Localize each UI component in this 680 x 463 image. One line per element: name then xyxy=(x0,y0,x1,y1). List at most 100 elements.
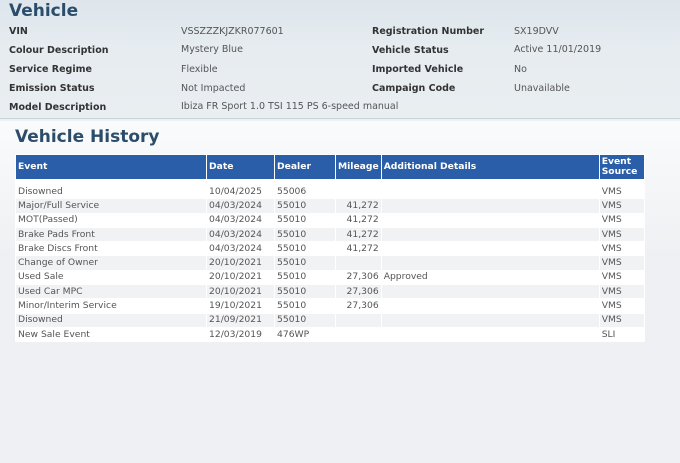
cell-event: Change of Owner xyxy=(16,256,206,270)
cell-event-source: VMS xyxy=(599,313,644,327)
cell-event: Brake Discs Front xyxy=(16,242,206,256)
cell-event: Used Car MPC xyxy=(16,285,206,299)
table-row[interactable]: Disowned 21/09/2021 55010 VMS xyxy=(16,313,644,327)
cell-event: Minor/Interim Service xyxy=(16,299,206,313)
emission-label: Emission Status xyxy=(9,83,95,94)
emission-value: Not Impacted xyxy=(181,83,246,94)
cell-mileage xyxy=(336,313,381,327)
cell-mileage xyxy=(336,256,381,270)
cell-additional-details xyxy=(381,199,599,213)
cell-date: 12/03/2019 xyxy=(207,327,274,342)
vehicle-section-title: Vehicle xyxy=(9,1,79,21)
vehicle-panel: Vehicle VIN VSSZZZKJZKR077601 Colour Des… xyxy=(0,0,680,119)
cell-mileage: 27,306 xyxy=(336,270,381,285)
service-regime-value: Flexible xyxy=(181,64,218,75)
cell-mileage xyxy=(336,185,381,199)
cell-event-source: VMS xyxy=(599,285,644,299)
cell-event: New Sale Event xyxy=(16,327,206,342)
cell-dealer: 55010 xyxy=(275,285,335,299)
cell-event-source: SLI xyxy=(599,327,644,342)
vin-label: VIN xyxy=(9,26,28,37)
vehicle-status-label: Vehicle Status xyxy=(372,45,449,56)
cell-mileage: 41,272 xyxy=(336,213,381,227)
cell-event: Brake Pads Front xyxy=(16,227,206,242)
cell-event: Major/Full Service xyxy=(16,199,206,213)
column-header-mileage[interactable]: Mileage xyxy=(336,155,381,179)
cell-additional-details xyxy=(381,285,599,299)
cell-dealer: 55010 xyxy=(275,199,335,213)
cell-event-source: VMS xyxy=(599,299,644,313)
cell-additional-details xyxy=(381,242,599,256)
cell-mileage xyxy=(336,327,381,342)
table-row[interactable]: Major/Full Service 04/03/2024 55010 41,272 V… xyxy=(16,199,644,213)
table-row[interactable]: Minor/Interim Service 19/10/2021 55010 27,3… xyxy=(16,299,644,313)
cell-date: 19/10/2021 xyxy=(207,299,274,313)
vehicle-history-panel: Vehicle History Event Date Dealer Mileag… xyxy=(0,121,680,463)
vin-value: VSSZZZKJZKR077601 xyxy=(181,26,284,37)
cell-event-source: VMS xyxy=(599,227,644,242)
table-row[interactable]: Used Car MPC 20/10/2021 55010 27,306 VMS xyxy=(16,285,644,299)
cell-additional-details xyxy=(381,227,599,242)
cell-event-source: VMS xyxy=(599,185,644,199)
cell-dealer: 55010 xyxy=(275,213,335,227)
vehicle-status-value: Active 11/01/2019 xyxy=(514,44,602,55)
cell-event: Disowned xyxy=(16,185,206,199)
cell-date: 04/03/2024 xyxy=(207,199,274,213)
vehicle-history-table: Event Date Dealer Mileage Additional Det… xyxy=(15,154,645,343)
cell-event-source: VMS xyxy=(599,213,644,227)
cell-event: MOT(Passed) xyxy=(16,213,206,227)
table-row[interactable]: New Sale Event 12/03/2019 476WP SLI xyxy=(16,327,644,342)
table-row[interactable]: MOT(Passed) 04/03/2024 55010 41,272 VMS xyxy=(16,213,644,227)
cell-additional-details xyxy=(381,327,599,342)
table-row[interactable]: Used Sale 20/10/2021 55010 27,306 Approved VM… xyxy=(16,270,644,285)
cell-mileage: 41,272 xyxy=(336,227,381,242)
vehicle-history-title: Vehicle History xyxy=(15,127,160,147)
cell-mileage: 27,306 xyxy=(336,285,381,299)
service-regime-label: Service Regime xyxy=(9,64,92,75)
cell-additional-details: Approved xyxy=(381,270,599,285)
model-value: Ibiza FR Sport 1.0 TSI 115 PS 6-speed ma… xyxy=(181,101,399,112)
cell-dealer: 55010 xyxy=(275,270,335,285)
cell-dealer: 55010 xyxy=(275,299,335,313)
table-spacer xyxy=(16,180,644,184)
cell-date: 04/03/2024 xyxy=(207,227,274,242)
column-header-date[interactable]: Date xyxy=(207,155,274,179)
cell-event-source: VMS xyxy=(599,256,644,270)
column-header-dealer[interactable]: Dealer xyxy=(275,155,335,179)
cell-event-source: VMS xyxy=(599,270,644,285)
cell-dealer: 55010 xyxy=(275,227,335,242)
cell-event: Disowned xyxy=(16,313,206,327)
cell-additional-details xyxy=(381,299,599,313)
table-header-row: Event Date Dealer Mileage Additional Det… xyxy=(16,155,644,179)
cell-date: 20/10/2021 xyxy=(207,285,274,299)
colour-label: Colour Description xyxy=(9,45,109,56)
cell-date: 04/03/2024 xyxy=(207,213,274,227)
cell-additional-details xyxy=(381,256,599,270)
cell-additional-details xyxy=(381,213,599,227)
table-row[interactable]: Change of Owner 20/10/2021 55010 VMS xyxy=(16,256,644,270)
cell-additional-details xyxy=(381,313,599,327)
table-row[interactable]: Disowned 10/04/2025 55006 VMS xyxy=(16,185,644,199)
colour-value: Mystery Blue xyxy=(181,44,243,55)
column-header-additional-details[interactable]: Additional Details xyxy=(381,155,599,179)
cell-date: 20/10/2021 xyxy=(207,270,274,285)
imported-label: Imported Vehicle xyxy=(372,64,464,75)
cell-date: 04/03/2024 xyxy=(207,242,274,256)
column-header-event[interactable]: Event xyxy=(16,155,206,179)
cell-dealer: 476WP xyxy=(275,327,335,342)
cell-date: 21/09/2021 xyxy=(207,313,274,327)
cell-dealer: 55006 xyxy=(275,185,335,199)
cell-dealer: 55010 xyxy=(275,242,335,256)
model-label: Model Description xyxy=(9,102,107,113)
column-header-event-source[interactable]: Event Source xyxy=(599,155,644,179)
cell-date: 20/10/2021 xyxy=(207,256,274,270)
cell-date: 10/04/2025 xyxy=(207,185,274,199)
registration-value: SX19DVV xyxy=(514,26,559,37)
campaign-label: Campaign Code xyxy=(372,83,456,94)
table-row[interactable]: Brake Discs Front 04/03/2024 55010 41,272 VM… xyxy=(16,242,644,256)
imported-value: No xyxy=(514,64,527,75)
cell-additional-details xyxy=(381,185,599,199)
registration-label: Registration Number xyxy=(372,26,485,37)
table-row[interactable]: Brake Pads Front 04/03/2024 55010 41,272 VMS xyxy=(16,227,644,242)
cell-event-source: VMS xyxy=(599,242,644,256)
